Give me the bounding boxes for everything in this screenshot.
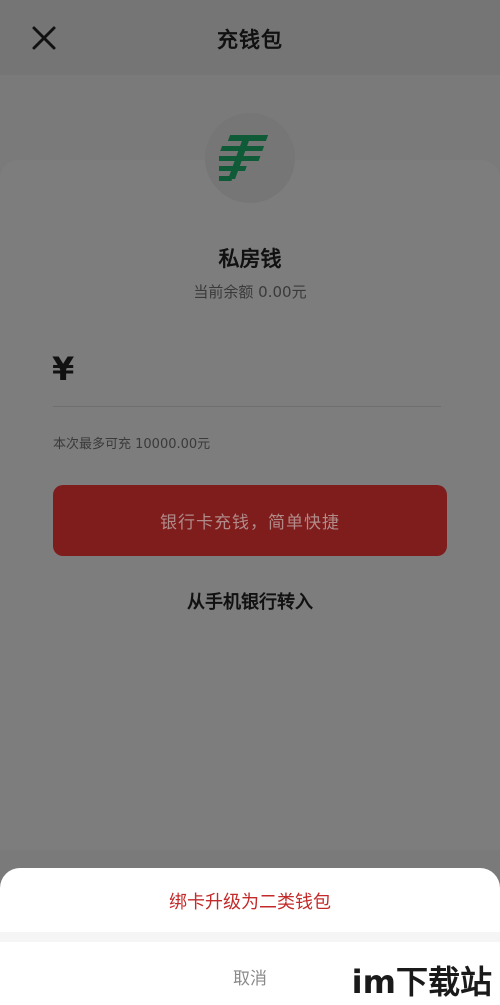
bank-card-recharge-button[interactable]: 银行卡充钱，简单快捷 bbox=[53, 485, 447, 556]
page-title: 充钱包 bbox=[217, 28, 283, 52]
wallet-balance: 当前余额 0.00元 bbox=[0, 281, 500, 302]
watermark: im下载站 bbox=[351, 963, 492, 1001]
upgrade-wallet-option[interactable]: 绑卡升级为二类钱包 bbox=[0, 888, 500, 914]
limit-hint: 本次最多可充 10000.00元 bbox=[53, 437, 211, 452]
sheet-divider bbox=[0, 932, 500, 942]
mobile-bank-transfer-link[interactable]: 从手机银行转入 bbox=[0, 588, 500, 614]
wallet-name: 私房钱 bbox=[218, 247, 282, 271]
amount-input[interactable] bbox=[90, 348, 444, 394]
china-post-logo-icon bbox=[219, 135, 269, 181]
top-bar: 充钱包 bbox=[0, 0, 500, 75]
balance-text: 当前余额 0.00元 bbox=[193, 283, 307, 301]
input-divider bbox=[53, 406, 441, 407]
wallet-logo bbox=[205, 113, 295, 203]
currency-symbol: ¥ bbox=[52, 350, 75, 388]
